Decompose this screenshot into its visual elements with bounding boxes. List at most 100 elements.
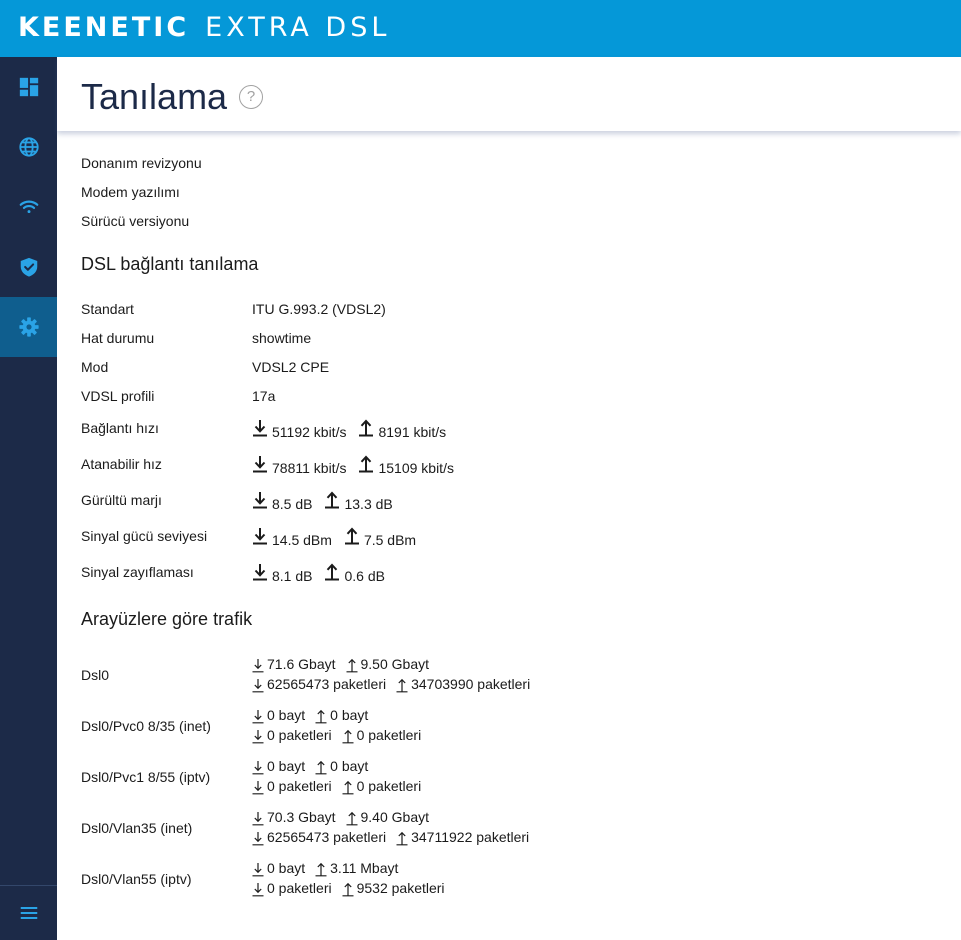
diagnostics-content: Donanım revizyonu Modem yazılımı Sürücü … <box>57 131 961 940</box>
traffic-packets: 0 paketleri 0 paketleri <box>252 726 431 744</box>
brand-model: EXTRA DSL <box>205 12 391 43</box>
download-arrow-icon <box>252 710 264 724</box>
down-bytes-text: 71.6 Gbayt <box>267 656 336 672</box>
up-bytes-text: 0 bayt <box>330 707 369 723</box>
traffic-packets: 62565473 paketleri 34711922 paketleri <box>252 828 539 846</box>
up-bytes-text: 9.40 Gbayt <box>360 809 430 825</box>
up-bytes: 0 bayt <box>315 757 368 775</box>
upstream-text: 8191 kbit/s <box>378 424 447 440</box>
hamburger-menu-icon <box>20 906 37 920</box>
downstream-value: 14.5 dBm <box>252 527 332 548</box>
sidebar-item-management[interactable] <box>0 297 57 357</box>
down-bytes: 70.3 Gbayt <box>252 808 336 826</box>
down-packets-text: 0 paketleri <box>267 880 332 896</box>
upstream-value: 8191 kbit/s <box>358 419 447 440</box>
row-label: Atanabilir hız <box>81 456 162 472</box>
up-packets: 34703990 paketleri <box>396 675 530 693</box>
downstream-text: 51192 kbit/s <box>272 424 347 440</box>
row-label: Sinyal gücü seviyesi <box>81 528 208 544</box>
upload-arrow-icon <box>344 527 359 545</box>
traffic-packets: 0 paketleri 0 paketleri <box>252 777 431 795</box>
download-arrow-icon <box>253 420 267 437</box>
download-arrow-icon <box>252 832 264 846</box>
downstream-value: 8.1 dB <box>252 563 313 584</box>
globe-icon <box>18 137 39 157</box>
down-packets: 62565473 paketleri <box>252 675 386 693</box>
up-packets: 9532 paketleri <box>342 879 445 897</box>
page-header: Tanılama ? <box>57 57 961 131</box>
up-bytes: 9.50 Gbayt <box>346 655 430 673</box>
download-arrow-icon <box>252 659 264 673</box>
down-bytes: 0 bayt <box>252 757 305 775</box>
traffic-packets: 0 paketleri 9532 paketleri <box>252 879 455 897</box>
down-packets-text: 0 paketleri <box>267 778 332 794</box>
top-bar: KEENETIC EXTRA DSL <box>0 0 961 57</box>
upstream-text: 0.6 dB <box>344 568 385 584</box>
down-packets: 62565473 paketleri <box>252 828 386 846</box>
rate-values: 14.5 dBm 7.5 dBm <box>252 527 428 548</box>
download-arrow-icon <box>252 812 264 826</box>
rate-values: 8.1 dB 0.6 dB <box>252 563 397 584</box>
download-arrow-icon <box>252 883 264 897</box>
row-label: Bağlantı hızı <box>81 420 159 436</box>
up-packets: 0 paketleri <box>342 726 421 744</box>
downstream-text: 14.5 dBm <box>272 532 332 548</box>
down-bytes-text: 70.3 Gbayt <box>267 809 336 825</box>
traffic-bytes: 0 bayt 0 bayt <box>252 706 378 724</box>
traffic-bytes: 0 bayt 3.11 Mbayt <box>252 859 408 877</box>
traffic-section-title: Arayüzlere göre trafik <box>81 609 253 629</box>
download-arrow-icon <box>253 456 267 473</box>
gear-icon <box>18 317 39 337</box>
up-packets: 0 paketleri <box>342 777 421 795</box>
sidebar-item-dashboard[interactable] <box>0 57 57 117</box>
brand-logo[interactable]: KEENETIC EXTRA DSL <box>18 13 390 43</box>
upstream-text: 7.5 dBm <box>363 532 417 548</box>
up-bytes-text: 3.11 Mbayt <box>330 860 399 876</box>
row-value: VDSL2 CPE <box>252 359 330 375</box>
help-icon[interactable]: ? <box>239 85 263 109</box>
brand-name: KEENETIC <box>18 12 190 43</box>
downstream-text: 8.1 dB <box>272 568 313 584</box>
up-bytes-text: 9.50 Gbayt <box>360 656 430 672</box>
download-arrow-icon <box>252 863 264 877</box>
interface-name: Dsl0 <box>81 667 110 683</box>
down-bytes-text: 0 bayt <box>267 860 306 876</box>
upload-arrow-icon <box>396 678 408 693</box>
upstream-value: 15109 kbit/s <box>358 455 454 476</box>
upstream-text: 13.3 dB <box>344 496 393 512</box>
sidebar-item-wifi[interactable] <box>0 177 57 237</box>
upload-arrow-icon <box>315 862 327 877</box>
row-label: Mod <box>81 359 109 375</box>
downstream-text: 8.5 dB <box>272 496 313 512</box>
download-arrow-icon <box>252 781 264 795</box>
row-value: ITU G.993.2 (VDSL2) <box>252 301 386 317</box>
down-bytes-text: 0 bayt <box>267 758 306 774</box>
upload-arrow-icon <box>346 811 357 826</box>
up-packets: 34711922 paketleri <box>396 828 529 846</box>
download-arrow-icon <box>252 761 264 775</box>
upstream-value: 0.6 dB <box>324 563 385 584</box>
row-label: Gürültü marjı <box>81 492 162 508</box>
downstream-value: 8.5 dB <box>252 491 313 512</box>
down-packets: 0 paketleri <box>252 777 332 795</box>
rate-values: 8.5 dB 13.3 dB <box>252 491 405 512</box>
page-title: Tanılama <box>81 76 228 117</box>
interface-name: Dsl0/Pvc0 8/35 (inet) <box>81 718 211 734</box>
down-bytes: 0 bayt <box>252 859 305 877</box>
info-hardware-revision: Donanım revizyonu <box>81 155 202 171</box>
sidebar-item-internet[interactable] <box>0 117 57 177</box>
sidebar-menu-toggle[interactable] <box>0 886 57 940</box>
rate-values: 51192 kbit/s 8191 kbit/s <box>252 419 458 440</box>
dashboard-icon <box>19 77 38 97</box>
upload-arrow-icon <box>359 419 374 437</box>
download-arrow-icon <box>252 730 264 744</box>
rate-values: 78811 kbit/s 15109 kbit/s <box>252 455 466 476</box>
traffic-bytes: 70.3 Gbayt 9.40 Gbayt <box>252 808 439 826</box>
wifi-icon <box>19 200 38 214</box>
sidebar <box>0 57 57 940</box>
up-packets-text: 34711922 paketleri <box>411 829 530 845</box>
upload-arrow-icon <box>346 658 357 673</box>
sidebar-item-security[interactable] <box>0 237 57 297</box>
up-bytes: 9.40 Gbayt <box>346 808 430 826</box>
down-packets: 0 paketleri <box>252 879 332 897</box>
